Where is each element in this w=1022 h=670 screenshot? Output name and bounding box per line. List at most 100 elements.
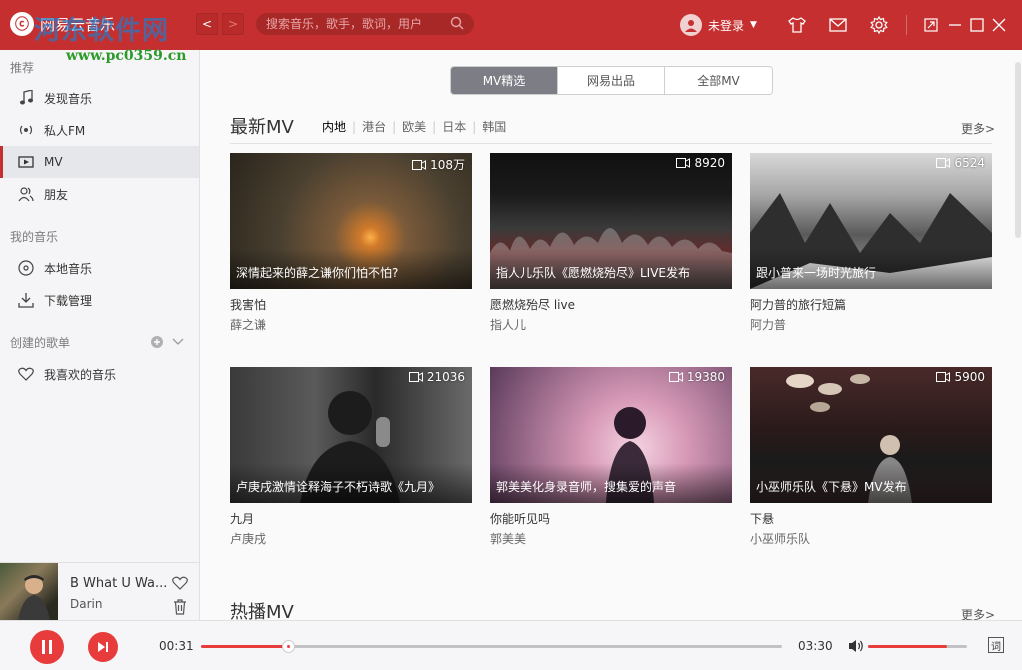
scrollbar-thumb[interactable] bbox=[1015, 62, 1021, 238]
settings-button[interactable] bbox=[870, 16, 888, 34]
mv-caption: 跟小普来一场时光旅行 bbox=[756, 266, 877, 280]
message-button[interactable] bbox=[829, 16, 847, 34]
maximize-button[interactable] bbox=[968, 16, 986, 34]
play-count-value: 108万 bbox=[430, 158, 465, 172]
filter-korea[interactable]: 韩国 bbox=[476, 118, 512, 135]
sidebar-group-my-music: 我的音乐 bbox=[10, 230, 59, 244]
mv-card[interactable]: 8920 指人儿乐队《愿燃烧殆尽》LIVE发布 愿燃烧殆尽 live 指人儿 bbox=[490, 153, 732, 333]
mv-card[interactable]: 21036 卢庚戌激情诠释海子不朽诗歌《九月》 九月 卢庚戌 bbox=[230, 367, 472, 547]
more-link-latest[interactable]: 更多> bbox=[961, 120, 995, 137]
mv-artist[interactable]: 郭美美 bbox=[490, 530, 732, 547]
mv-thumbnail[interactable]: 21036 卢庚戌激情诠释海子不朽诗歌《九月》 bbox=[230, 367, 472, 503]
mv-title[interactable]: 九月 bbox=[230, 510, 472, 527]
play-count-value: 19380 bbox=[686, 370, 725, 384]
section-title-latest: 最新MV bbox=[230, 117, 294, 138]
mv-title[interactable]: 我害怕 bbox=[230, 296, 472, 313]
volume-track[interactable] bbox=[868, 645, 967, 648]
mini-mode-icon bbox=[924, 18, 938, 32]
disc-icon bbox=[18, 260, 34, 276]
volume-icon[interactable] bbox=[848, 639, 864, 653]
tab-all-mv[interactable]: 全部MV bbox=[665, 67, 772, 94]
mv-tabs: MV精选 网易出品 全部MV bbox=[450, 66, 773, 95]
player-bar: 00:31 03:30 词 bbox=[0, 620, 1022, 670]
mv-title[interactable]: 你能听见吗 bbox=[490, 510, 732, 527]
mv-thumbnail[interactable]: 8920 指人儿乐队《愿燃烧殆尽》LIVE发布 bbox=[490, 153, 732, 289]
trash-icon[interactable] bbox=[173, 599, 187, 615]
play-count-value: 6524 bbox=[954, 156, 985, 170]
back-button[interactable]: < bbox=[196, 13, 218, 35]
tab-netease-produced[interactable]: 网易出品 bbox=[558, 67, 665, 94]
sidebar-item-friends[interactable]: 朋友 bbox=[0, 178, 199, 210]
next-button[interactable] bbox=[88, 632, 118, 662]
mv-thumbnail[interactable]: 108万 深情起来的薛之谦你们怕不怕? bbox=[230, 153, 472, 289]
add-playlist-icon[interactable] bbox=[150, 335, 164, 349]
mv-thumbnail[interactable]: 6524 跟小普来一场时光旅行 bbox=[750, 153, 992, 289]
mv-artist[interactable]: 薛之谦 bbox=[230, 316, 472, 333]
mv-card[interactable]: 108万 深情起来的薛之谦你们怕不怕? 我害怕 薛之谦 bbox=[230, 153, 472, 333]
mv-card[interactable]: 6524 跟小普来一场时光旅行 阿力普的旅行短篇 阿力普 bbox=[750, 153, 992, 333]
mv-title[interactable]: 愿燃烧殆尽 live bbox=[490, 296, 732, 313]
progress-handle[interactable] bbox=[282, 640, 296, 653]
sidebar-group-created: 创建的歌单 bbox=[10, 336, 71, 350]
tab-mv-featured[interactable]: MV精选 bbox=[451, 67, 558, 94]
filter-west[interactable]: 欧美 bbox=[396, 118, 432, 135]
mv-thumbnail[interactable]: 5900 小巫师乐队《下悬》MV发布 bbox=[750, 367, 992, 503]
skin-button[interactable] bbox=[788, 16, 806, 34]
sidebar-item-local[interactable]: 本地音乐 bbox=[0, 252, 199, 284]
minimize-button[interactable] bbox=[946, 16, 964, 34]
video-count-icon bbox=[936, 372, 951, 382]
sidebar-item-downloads[interactable]: 下载管理 bbox=[0, 284, 199, 316]
album-cover[interactable] bbox=[0, 563, 58, 621]
filter-hk-tw[interactable]: 港台 bbox=[356, 118, 392, 135]
lyric-button[interactable]: 词 bbox=[988, 637, 1004, 653]
music-note-icon bbox=[18, 90, 34, 106]
now-playing-title[interactable]: B What U Wa... bbox=[70, 576, 168, 591]
mv-artist[interactable]: 阿力普 bbox=[750, 316, 992, 333]
search-input[interactable] bbox=[256, 13, 474, 35]
mv-artist[interactable]: 卢庚戌 bbox=[230, 530, 472, 547]
video-count-icon bbox=[936, 158, 951, 168]
now-playing-panel[interactable]: B What U Wa... Darin bbox=[0, 562, 200, 621]
heart-icon bbox=[18, 366, 34, 382]
mv-artist[interactable]: 指人儿 bbox=[490, 316, 732, 333]
section-divider bbox=[230, 143, 992, 144]
mv-caption: 卢庚戌激情诠释海子不朽诗歌《九月》 bbox=[236, 480, 441, 494]
now-playing-artist[interactable]: Darin bbox=[70, 597, 102, 611]
sidebar-item-mv[interactable]: MV bbox=[0, 146, 199, 178]
sidebar-item-discover[interactable]: 发现音乐 bbox=[0, 82, 199, 114]
total-time: 03:30 bbox=[798, 639, 833, 653]
sidebar-item-label: 私人FM bbox=[44, 123, 86, 138]
more-link-hot[interactable]: 更多> bbox=[961, 606, 995, 620]
like-icon[interactable] bbox=[172, 575, 188, 591]
login-label: 未登录 bbox=[708, 18, 745, 33]
sidebar-item-liked[interactable]: 我喜欢的音乐 bbox=[0, 358, 199, 390]
chevron-down-icon[interactable] bbox=[172, 338, 184, 346]
mv-caption: 深情起来的薛之谦你们怕不怕? bbox=[236, 266, 399, 280]
mv-card[interactable]: 19380 郭美美化身录音师，搜集爱的声音 你能听见吗 郭美美 bbox=[490, 367, 732, 547]
avatar bbox=[680, 14, 702, 36]
play-count-value: 5900 bbox=[954, 370, 985, 384]
mv-card[interactable]: 5900 小巫师乐队《下悬》MV发布 下悬 小巫师乐队 bbox=[750, 367, 992, 547]
mv-title[interactable]: 下悬 bbox=[750, 510, 992, 527]
maximize-icon bbox=[970, 18, 984, 32]
current-time: 00:31 bbox=[159, 639, 194, 653]
sidebar-item-fm[interactable]: 私人FM bbox=[0, 114, 199, 146]
filter-mainland[interactable]: 内地 bbox=[316, 118, 352, 135]
mini-mode-button[interactable] bbox=[922, 16, 940, 34]
mv-thumbnail[interactable]: 19380 郭美美化身录音师，搜集爱的声音 bbox=[490, 367, 732, 503]
forward-button[interactable]: > bbox=[222, 13, 244, 35]
download-icon bbox=[18, 292, 34, 308]
filter-japan[interactable]: 日本 bbox=[436, 118, 472, 135]
pause-button[interactable] bbox=[30, 630, 64, 664]
video-icon bbox=[18, 154, 34, 170]
close-icon bbox=[992, 18, 1006, 32]
mv-caption: 指人儿乐队《愿燃烧殆尽》LIVE发布 bbox=[496, 266, 691, 280]
mv-artist[interactable]: 小巫师乐队 bbox=[750, 530, 992, 547]
close-button[interactable] bbox=[990, 16, 1008, 34]
search-icon[interactable] bbox=[450, 16, 464, 30]
sidebar-group-recommend: 推荐 bbox=[10, 61, 35, 75]
progress-track[interactable] bbox=[201, 640, 782, 653]
user-login[interactable]: 未登录 ▼ bbox=[680, 14, 757, 36]
sidebar-item-label: 朋友 bbox=[44, 187, 69, 202]
mv-title[interactable]: 阿力普的旅行短篇 bbox=[750, 296, 992, 313]
